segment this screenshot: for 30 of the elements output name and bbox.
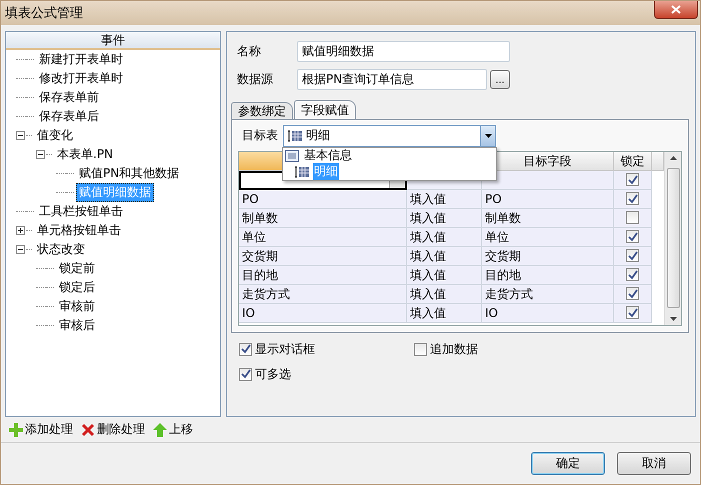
table-cell: 填入值	[407, 246, 482, 266]
table-cell: IO	[239, 304, 407, 323]
table-cell: 制单数	[239, 208, 407, 228]
table-cell: 单位	[482, 228, 614, 247]
table-cell: 填入值	[407, 208, 482, 228]
table-cell: 单位	[239, 228, 407, 247]
field-label: 目标表	[241, 127, 279, 144]
table-cell: 填入值	[407, 304, 482, 323]
table-cell: 目的地	[482, 266, 614, 285]
table-cell: 走货方式	[239, 284, 407, 304]
window-title: 填表公式管理	[5, 4, 83, 22]
checkbox-label: 可多选	[255, 366, 291, 383]
table-cell: IO	[482, 304, 614, 323]
table-cell: 制单数	[482, 208, 614, 228]
table-cell: 填入值	[407, 228, 482, 247]
table-cell: 目的地	[239, 266, 407, 285]
table-cell: 交货期	[239, 246, 407, 266]
dropdown-value: 明细	[306, 127, 330, 144]
checkbox-label: 显示对话框	[255, 340, 315, 358]
table-cell: 填入值	[407, 284, 482, 304]
field-label: 名称	[236, 43, 262, 60]
table-cell: PO	[482, 190, 614, 209]
column-header: 事件	[6, 32, 220, 50]
table-cell: PO	[239, 190, 407, 209]
table-cell: 填入值	[407, 266, 482, 285]
field-label: 数据源	[236, 71, 274, 88]
table-cell: 交货期	[482, 246, 614, 266]
table-cell: 填入值	[407, 190, 482, 209]
table-cell: 走货方式	[482, 284, 614, 304]
checkbox-label: 追加数据	[430, 340, 478, 358]
